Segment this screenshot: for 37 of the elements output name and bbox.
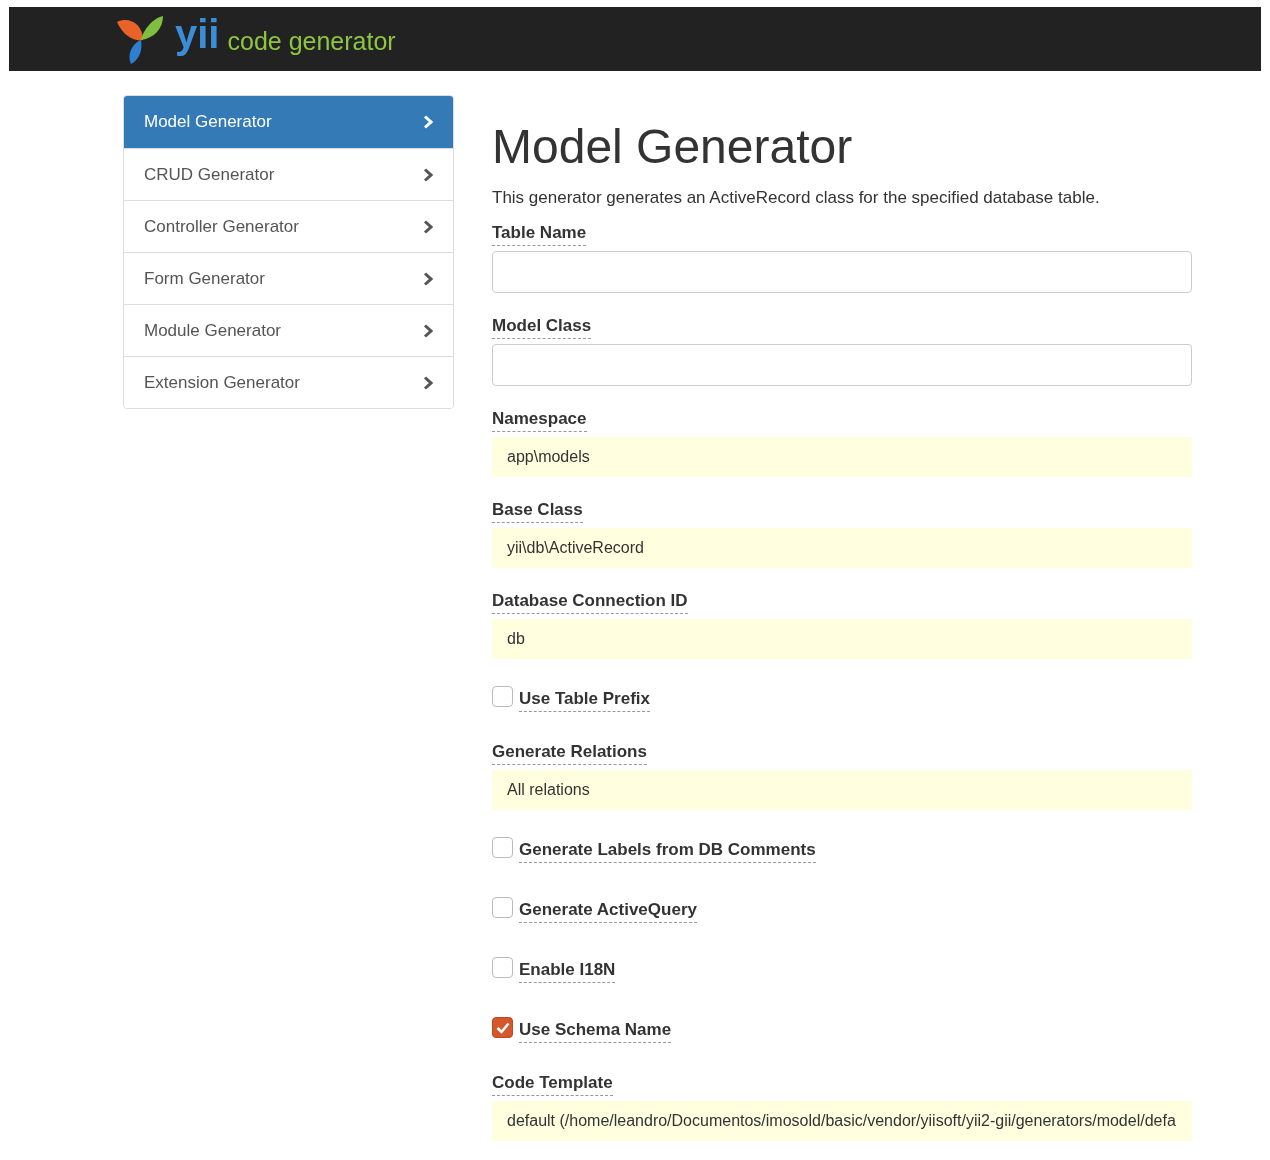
field-label: Table Name <box>492 221 587 246</box>
page-title: Model Generator <box>492 123 854 171</box>
field-label: Generate ActiveQuery <box>519 898 697 923</box>
logo-subtitle: code generator <box>227 28 396 54</box>
chevron-right-icon <box>423 167 433 182</box>
checkmark-icon <box>495 1021 510 1034</box>
chevron-right-icon <box>423 115 433 129</box>
value-field[interactable]: All relations <box>492 769 1192 810</box>
sidebar-item[interactable]: Extension Generator <box>124 356 453 408</box>
field-label: Database Connection ID <box>492 589 688 614</box>
description-text: This generator generates an ActiveRecord class for the specified database table. <box>492 187 1101 209</box>
text-input[interactable] <box>492 250 1192 293</box>
field-label: Code Template <box>492 1071 613 1096</box>
field-label: Base Class <box>492 498 583 523</box>
checkbox[interactable] <box>492 897 513 918</box>
field-label: Namespace <box>492 407 587 432</box>
field-label: Generate Relations <box>492 740 647 765</box>
field-label: Enable I18N <box>519 958 616 983</box>
chevron-right-icon <box>423 323 433 338</box>
logo-text: yii <box>175 14 220 54</box>
chevron-right-icon <box>423 375 433 390</box>
value-field[interactable]: yii\db\ActiveRecord <box>492 527 1192 568</box>
sidebar-item[interactable]: Model Generator <box>124 96 453 148</box>
field-label: Use Schema Name <box>519 1018 672 1043</box>
field-label: Generate Labels from DB Comments <box>519 838 816 863</box>
field-label: Use Table Prefix <box>519 687 651 712</box>
field-label: Model Class <box>492 314 592 339</box>
checkbox[interactable] <box>492 837 513 858</box>
value-field[interactable]: db <box>492 618 1192 659</box>
checkbox[interactable] <box>492 957 513 978</box>
checkbox[interactable] <box>492 686 513 707</box>
text-input[interactable] <box>492 343 1192 386</box>
value-field[interactable]: default (/home/leandro/Documentos/imosold/basic/vendor/yiisoft/yii2-gii/generators/model/defa <box>492 1100 1192 1141</box>
checkbox[interactable] <box>492 1017 513 1038</box>
value-field[interactable]: app\models <box>492 436 1192 477</box>
chevron-right-icon <box>423 219 433 234</box>
chevron-right-icon <box>423 271 433 286</box>
